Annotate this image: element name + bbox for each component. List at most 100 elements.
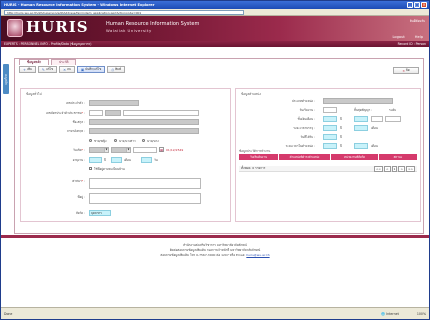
position-type-field[interactable] (323, 98, 393, 104)
age-days-field[interactable] (141, 157, 152, 163)
record-id: Record ID : Person (397, 42, 426, 46)
window-title: HURIS - Human Resource Information Syste… (4, 3, 155, 7)
service-months-unit: เดือน (371, 126, 378, 130)
salary-step-label: ขั้นเงินเดือน : (297, 117, 315, 121)
pager-first[interactable]: << (373, 165, 384, 172)
pager-prev[interactable]: < (384, 165, 391, 172)
column-header[interactable]: วันเริ่มต้นงาน (239, 154, 279, 160)
name-th-field[interactable] (89, 119, 199, 125)
birth-year-field[interactable] (133, 147, 157, 153)
salary-step-field-4[interactable] (385, 116, 401, 122)
salary-step-unit: ปี (340, 117, 342, 121)
service-period-label: ระยะเวลาบรรจุ : (293, 126, 315, 130)
national-id-field-2[interactable] (105, 110, 121, 116)
salary-step-field-2[interactable] (354, 116, 368, 122)
age-months-field[interactable] (111, 157, 122, 163)
position-years-unit: ปี (340, 144, 342, 148)
footer-line-3: สอบถามข้อมูลเพิ่มเติม โทร 0-7567-3000 ต่… (160, 253, 270, 257)
calendar-icon[interactable]: ▦ (159, 147, 164, 152)
gender-radio-2[interactable] (114, 139, 117, 142)
start-date-label: วันเริ่มงาน : (299, 108, 315, 112)
gender-radio-3[interactable] (142, 139, 145, 142)
zoom-level[interactable]: 100% (417, 312, 426, 316)
status-text: Done (4, 311, 13, 316)
personal-id-field[interactable] (89, 100, 139, 106)
gender-radio-1[interactable] (89, 139, 92, 142)
page-blank-area (1, 267, 429, 307)
browser-window: HURIS - Human Resource Information Syste… (0, 0, 430, 320)
pager-page[interactable]: 1 (391, 165, 398, 172)
column-header[interactable]: สถานะ (379, 154, 417, 160)
user-info-bar: EXPERTS : PERSONNEL INFO - Profile/Data … (1, 41, 429, 47)
position-info-header: ข้อมูลตำแหน่ง (241, 92, 261, 96)
close-form-button[interactable]: ✕ ปิด (393, 67, 419, 74)
position-months-field[interactable] (354, 143, 368, 149)
pager-next[interactable]: > (398, 165, 405, 172)
edit-icon: ✎ (41, 67, 45, 72)
column-header[interactable]: หน่วยงานที่สังกัด (331, 154, 379, 160)
name-en-field[interactable] (89, 128, 199, 134)
close-icon: ✕ (402, 68, 405, 73)
service-months-field[interactable] (354, 125, 368, 131)
service-years-field[interactable] (323, 125, 337, 131)
grid-pager: << < 1 > >> (373, 165, 417, 172)
birth-date-select[interactable]: ▼ (89, 147, 109, 153)
religion-label: ศาสนา* : (72, 179, 85, 183)
same-address-label: ใช้ที่อยู่ตามทะเบียนบ้าน (94, 166, 125, 171)
maximize-icon[interactable]: □ (414, 2, 420, 8)
url-input[interactable]: http://huris.wu.ac.th/gfutuperson/editAd… (4, 9, 244, 15)
position-years-field[interactable] (323, 143, 337, 149)
salary-step-field-3[interactable] (371, 116, 383, 122)
gender-option-2: นาง/นางสาว (119, 138, 136, 143)
welcome-text: ยินดีต้อนรับ (409, 19, 425, 23)
table-row: ทั้งหมด: 0 รายการ << < 1 > >> (239, 165, 417, 172)
add-icon: + (23, 67, 26, 72)
religion-field[interactable] (89, 178, 201, 189)
close-window-icon[interactable]: × (421, 2, 427, 8)
university-logo-icon (7, 19, 23, 37)
national-id-label: เลขบัตรประจำตัวประชาชน* : (46, 111, 85, 115)
tab-history[interactable]: ประวัติ (51, 59, 77, 65)
general-info-header: ข้อมูลทั่วไป (26, 92, 42, 96)
address-bar: http://huris.wu.ac.th/gfutuperson/editAd… (1, 9, 429, 16)
section-label: สังกัด : (75, 211, 85, 215)
age-days-unit: วัน (154, 158, 158, 162)
add-button[interactable]: + เพิ่ม (19, 66, 36, 73)
grid-row-count: ทั้งหมด: 0 รายการ (241, 166, 266, 170)
national-id-field-1[interactable] (89, 110, 103, 116)
received-date-unit: ปี (340, 135, 342, 139)
service-years-unit: ปี (340, 126, 342, 130)
end-date-label: สิ้นสุดสัญญา : (354, 108, 373, 112)
section-field[interactable]: บุคลากร (89, 210, 111, 216)
position-months-unit: เดือน (371, 144, 378, 148)
print-button[interactable]: ⎙ พิมพ์ (107, 66, 125, 73)
edit-button[interactable]: ✎ แก้ไข (37, 66, 58, 73)
help-link[interactable]: Help (415, 35, 423, 39)
delete-icon: ✕ (63, 67, 67, 72)
page-footer: สำนักงานส่งเสริมวิชาการ มหาวิทยาลัยวลัยล… (1, 235, 429, 267)
side-menu-tab[interactable]: เมนูหลัก (3, 64, 9, 94)
print-icon: ⎙ (111, 67, 115, 72)
footer-email-link[interactable]: huris@wu.ac.th (246, 253, 269, 257)
level-label: ระดับ (389, 108, 397, 112)
start-date-field[interactable] (323, 107, 337, 113)
logout-link[interactable]: Logout (392, 35, 404, 39)
save-icon: ▣ (80, 67, 85, 72)
delete-button[interactable]: ✕ ลบ (59, 66, 75, 73)
minimize-icon[interactable]: _ (407, 2, 413, 8)
age-years-field[interactable] (89, 157, 102, 163)
tab-strip: ข้อมูลหลัก ประวัติ (19, 59, 77, 65)
module-path: EXPERTS : PERSONNEL INFO - Profile/Data … (4, 41, 92, 46)
address-field[interactable] (89, 193, 201, 204)
salary-step-field[interactable] (323, 116, 337, 122)
pager-last[interactable]: >> (405, 165, 415, 172)
security-zone: 🌐 Internet (381, 311, 399, 316)
same-address-checkbox[interactable] (89, 167, 93, 171)
received-date-field[interactable] (323, 134, 337, 140)
save-button[interactable]: ▣ บันทึก/แก้ไข (76, 66, 106, 73)
tab-main-info[interactable]: ข้อมูลหลัก (19, 59, 50, 65)
birth-month-select[interactable]: ▼ (111, 147, 131, 153)
column-header[interactable]: ตำแหน่งที่ดำรงตำแหน่ง (279, 154, 331, 160)
national-id-field-3[interactable] (123, 110, 199, 116)
name-en-label: ภาษาอังกฤษ : (66, 129, 85, 133)
